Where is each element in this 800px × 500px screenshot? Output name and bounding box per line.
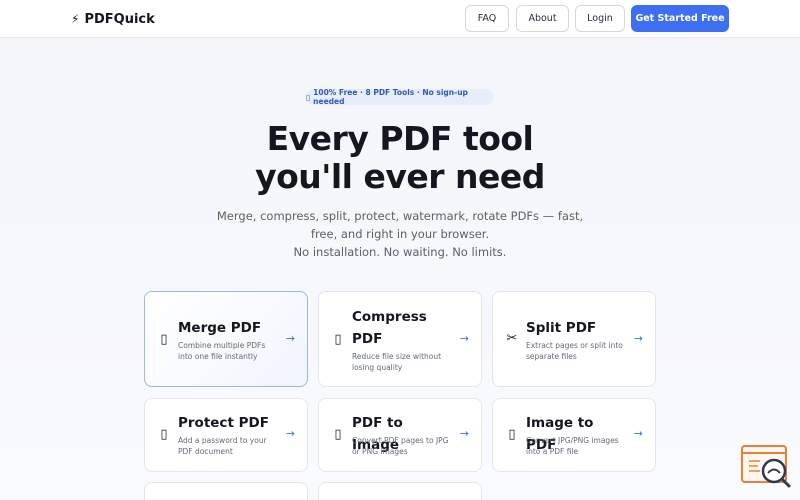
title-line-2: you'll ever need bbox=[255, 157, 545, 196]
tool-description: Convert PDF pages to JPG or PNG images bbox=[352, 436, 449, 456]
tool-card-merge[interactable]: ▯ Merge PDF Combine multiple PDFs into o… bbox=[144, 291, 308, 387]
about-button[interactable]: About bbox=[516, 5, 569, 32]
arrow-right-icon: → bbox=[459, 332, 469, 345]
tool-title: Split PDF bbox=[526, 320, 597, 336]
logo-text: PDFQuick bbox=[84, 11, 155, 27]
get-started-button[interactable]: Get Started Free bbox=[631, 5, 729, 32]
compress-icon: ▯ bbox=[334, 332, 342, 347]
tool-card-partial[interactable] bbox=[318, 482, 482, 500]
title-line-1: Every PDF tool bbox=[266, 119, 534, 158]
tool-title: Merge PDF bbox=[178, 320, 262, 336]
logo[interactable]: ⚡ PDFQuick bbox=[71, 10, 155, 28]
login-button[interactable]: Login bbox=[575, 5, 625, 32]
tool-card-pdf-to-image[interactable]: ▯ PDF to Image Convert PDF pages to JPG … bbox=[318, 398, 482, 472]
document-icon: ▯ bbox=[508, 427, 516, 442]
hero-subtitle: Merge, compress, split, protect, waterma… bbox=[0, 207, 800, 261]
badge-icon: ▯ bbox=[306, 92, 311, 102]
subtitle-line-1: Merge, compress, split, protect, waterma… bbox=[216, 209, 584, 223]
subtitle-line-3: No installation. No waiting. No limits. bbox=[293, 245, 507, 259]
tool-description: Extract pages or split into separate fil… bbox=[526, 341, 623, 361]
tool-card-split[interactable]: ✂ Split PDF Extract pages or split into … bbox=[492, 291, 656, 387]
tool-card-image-to-pdf[interactable]: ▯ Image to PDF Convert JPG/PNG images in… bbox=[492, 398, 656, 472]
tool-description: Reduce file size without losing quality bbox=[352, 352, 442, 372]
tool-card-compress[interactable]: ▯ Compress PDF Reduce file size without … bbox=[318, 291, 482, 387]
tool-title: Compress PDF bbox=[352, 309, 427, 347]
help-widget-icon[interactable] bbox=[740, 444, 792, 490]
tool-card-protect[interactable]: ▯ Protect PDF Add a password to your PDF… bbox=[144, 398, 308, 472]
tool-title: Protect PDF bbox=[178, 415, 269, 431]
lock-icon: ▯ bbox=[160, 427, 168, 442]
top-navbar: ⚡ PDFQuick FAQ About Login Get Started F… bbox=[0, 0, 800, 38]
arrow-right-icon: → bbox=[459, 427, 469, 440]
page-title: Every PDF tool you'll ever need bbox=[0, 120, 800, 196]
merge-icon: ▯ bbox=[160, 332, 168, 347]
scissors-icon: ✂ bbox=[506, 331, 518, 346]
arrow-right-icon: → bbox=[633, 427, 643, 440]
tool-description: Convert JPG/PNG images into a PDF file bbox=[526, 436, 619, 456]
faq-button[interactable]: FAQ bbox=[465, 5, 509, 32]
arrow-right-icon: → bbox=[285, 427, 295, 440]
arrow-right-icon: → bbox=[285, 332, 295, 345]
tool-description: Combine multiple PDFs into one file inst… bbox=[178, 341, 266, 361]
image-icon: ▯ bbox=[334, 427, 342, 442]
bolt-icon: ⚡ bbox=[71, 12, 80, 26]
arrow-right-icon: → bbox=[633, 332, 643, 345]
tool-card-partial[interactable] bbox=[144, 482, 308, 500]
subtitle-line-2: free, and right in your browser. bbox=[310, 227, 490, 241]
hero-badge: ▯ 100% Free · 8 PDF Tools · No sign-up n… bbox=[306, 88, 494, 106]
tool-description: Add a password to your PDF document bbox=[178, 436, 267, 456]
badge-text: 100% Free · 8 PDF Tools · No sign-up nee… bbox=[313, 88, 468, 106]
